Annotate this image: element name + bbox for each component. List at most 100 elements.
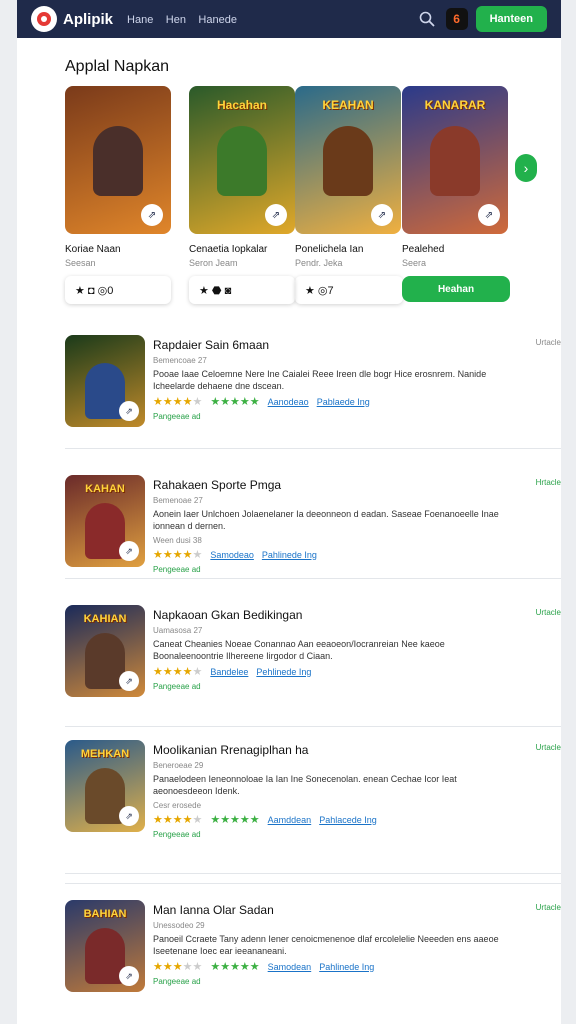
item-link-primary[interactable]: Samodean	[268, 962, 312, 972]
divider	[65, 883, 561, 884]
share-icon[interactable]: ⇗	[119, 541, 139, 561]
status-tag: Urtacle	[535, 338, 561, 347]
item-description: Panoeil Ccraete Tany adenn Iener cenoicm…	[153, 934, 499, 956]
artwork-title: KANARAR	[424, 98, 486, 112]
app-badge-icon[interactable]: 6	[445, 8, 468, 30]
item-description: Panaelodeen Ieneonnoloae Ia Ian Ine Sone…	[153, 774, 457, 796]
top-navigation-bar: Aplipik Hane Hen Hanede 6 Hanteen	[17, 0, 561, 38]
featured-card[interactable]: ⇗ Koriae Naan Seesan ★ ◘ ◎0	[65, 86, 171, 304]
featured-subtitle: Seera	[402, 258, 427, 268]
thumb-title: KAHAN	[85, 483, 125, 495]
item-meta: Bemenoae 27	[153, 496, 203, 505]
item-link-primary[interactable]: Aanodeao	[268, 397, 309, 407]
nav-link-2[interactable]: Hen	[166, 14, 186, 26]
divider	[65, 873, 561, 874]
share-icon[interactable]: ⇗	[119, 806, 139, 826]
nav-link-3[interactable]: Hanede	[198, 14, 237, 26]
extra-meta: Ween dusi 38	[153, 536, 202, 545]
item-name[interactable]: Moolikanian Rrenagiplhan ha	[153, 743, 515, 757]
app-thumbnail[interactable]: KAHAN ⇗	[65, 475, 145, 567]
artwork-title: KEAHAN	[322, 98, 374, 112]
item-body: Moolikanian Rrenagiplhan ha Beneroeae 29…	[153, 743, 515, 839]
app-thumbnail[interactable]: MEHKAN ⇗	[65, 740, 145, 832]
rating-row: ★★★★★ ★★★★★ Aamddean Pahlacede Ing	[153, 813, 515, 826]
featured-artwork[interactable]: Hacahan ⇗	[189, 86, 295, 234]
thumb-title: BAHIAN	[83, 908, 127, 920]
share-icon[interactable]: ⇗	[141, 204, 163, 226]
share-icon[interactable]: ⇗	[119, 966, 139, 986]
rating-row: ★★★★★ ★★★★★ Aanodeao Pablaede Ing	[153, 395, 515, 408]
brand-name[interactable]: Aplipik	[63, 11, 113, 28]
featured-carousel: ⇗ Koriae Naan Seesan ★ ◘ ◎0 Hacahan ⇗ Ce…	[17, 86, 561, 316]
secondary-rating: ★★★★★	[210, 961, 260, 973]
secondary-rating: ★★★★★	[210, 814, 260, 826]
item-link-secondary[interactable]: Pablaede Ing	[317, 397, 370, 407]
app-thumbnail[interactable]: ⇗	[65, 335, 145, 427]
share-icon[interactable]: ⇗	[371, 204, 393, 226]
item-link-secondary[interactable]: Pahlinede Ing	[262, 550, 317, 560]
rating-stars: ★★★★★	[153, 961, 203, 973]
featured-artwork[interactable]: KANARAR ⇗	[402, 86, 508, 234]
item-link-primary[interactable]: Bandelee	[210, 667, 248, 677]
header-cta-button[interactable]: Hanteen	[475, 6, 547, 32]
featured-subtitle: Seron Jeam	[189, 258, 238, 268]
item-meta: Unessodeo 29	[153, 921, 205, 930]
item-name[interactable]: Napkaoan Gkan Bedikingan	[153, 608, 515, 622]
status-tag: Urtacle	[535, 608, 561, 617]
featured-card[interactable]: KANARAR ⇗ Pealehed Seera Heahan	[402, 86, 510, 302]
featured-card[interactable]: KEAHAN ⇗ Ponelichela Ian Pendr. Jeka ★ ◎…	[295, 86, 403, 304]
item-description: Caneat Cheanies Noeae Conannao Aan eeaoe…	[153, 639, 445, 661]
share-icon[interactable]: ⇗	[119, 401, 139, 421]
item-body: Man Ianna Olar Sadan Unessodeo 29 Panoei…	[153, 903, 515, 986]
share-icon[interactable]: ⇗	[119, 671, 139, 691]
rating-stars: ★★★★★	[153, 396, 203, 408]
item-name[interactable]: Man Ianna Olar Sadan	[153, 903, 515, 917]
item-link-secondary[interactable]: Pehlinede Ing	[256, 667, 311, 677]
secondary-rating: ★★★★★	[210, 396, 260, 408]
item-name[interactable]: Rapdaier Sain 6maan	[153, 338, 515, 352]
featured-actions[interactable]: ★ ◘ ◎0	[65, 276, 171, 304]
app-thumbnail[interactable]: KAHIAN ⇗	[65, 605, 145, 697]
featured-actions[interactable]: ★ ◎7	[295, 276, 403, 304]
extra-meta: Cesr erosede	[153, 801, 202, 810]
featured-card[interactable]: Hacahan ⇗ Cenaetia Iopkalar Seron Jeam ★…	[189, 86, 295, 304]
status-tag: Urtacle	[535, 903, 561, 912]
featured-actions[interactable]: ★ ⬣ ◙	[189, 276, 295, 304]
featured-subtitle: Seesan	[65, 258, 96, 268]
status-tag: Hrtacle	[535, 478, 561, 487]
share-icon[interactable]: ⇗	[265, 204, 287, 226]
app-thumbnail[interactable]: BAHIAN ⇗	[65, 900, 145, 992]
item-link-primary[interactable]: Aamddean	[268, 815, 312, 825]
search-icon[interactable]	[418, 10, 436, 28]
thumb-title: KAHIAN	[83, 613, 127, 625]
rating-stars: ★★★★★	[153, 549, 203, 561]
rating-stars: ★★★★★	[153, 666, 203, 678]
item-meta: Beneroeae 29	[153, 761, 204, 770]
item-body: Rapdaier Sain 6maan Bemencoae 27 Pooae I…	[153, 338, 515, 421]
brand-logo-icon[interactable]	[31, 6, 57, 32]
featured-subtitle: Pendr. Jeka	[295, 258, 343, 268]
section-title: Applal Napkan	[65, 58, 170, 75]
item-link-secondary[interactable]: Pahlinede Ing	[319, 962, 374, 972]
featured-artwork[interactable]: KEAHAN ⇗	[295, 86, 401, 234]
item-description: Aonein Iaer Unlchoen Jolaenelaner Ia dee…	[153, 509, 499, 531]
rating-stars: ★★★★★	[153, 814, 203, 826]
share-icon[interactable]: ⇗	[478, 204, 500, 226]
install-button[interactable]: Heahan	[402, 276, 510, 302]
item-meta: Bemencoae 27	[153, 356, 207, 365]
hero-figure	[93, 126, 143, 196]
divider	[65, 578, 561, 579]
item-footer: Pangeeae ad	[153, 682, 201, 691]
nav-link-1[interactable]: Hane	[127, 14, 153, 26]
item-link-primary[interactable]: Samodeao	[210, 550, 254, 560]
hero-figure	[430, 126, 480, 196]
featured-name: Koriae Naan	[65, 244, 121, 255]
carousel-next-button[interactable]: ›	[515, 154, 537, 182]
hero-figure	[217, 126, 267, 196]
featured-name: Pealehed	[402, 244, 445, 255]
featured-artwork[interactable]: ⇗	[65, 86, 171, 234]
rating-row: ★★★★★ Samodeao Pahlinede Ing	[153, 548, 515, 561]
item-footer: Pengeeae ad	[153, 565, 201, 574]
item-name[interactable]: Rahakaen Sporte Pmga	[153, 478, 515, 492]
item-link-secondary[interactable]: Pahlacede Ing	[319, 815, 377, 825]
